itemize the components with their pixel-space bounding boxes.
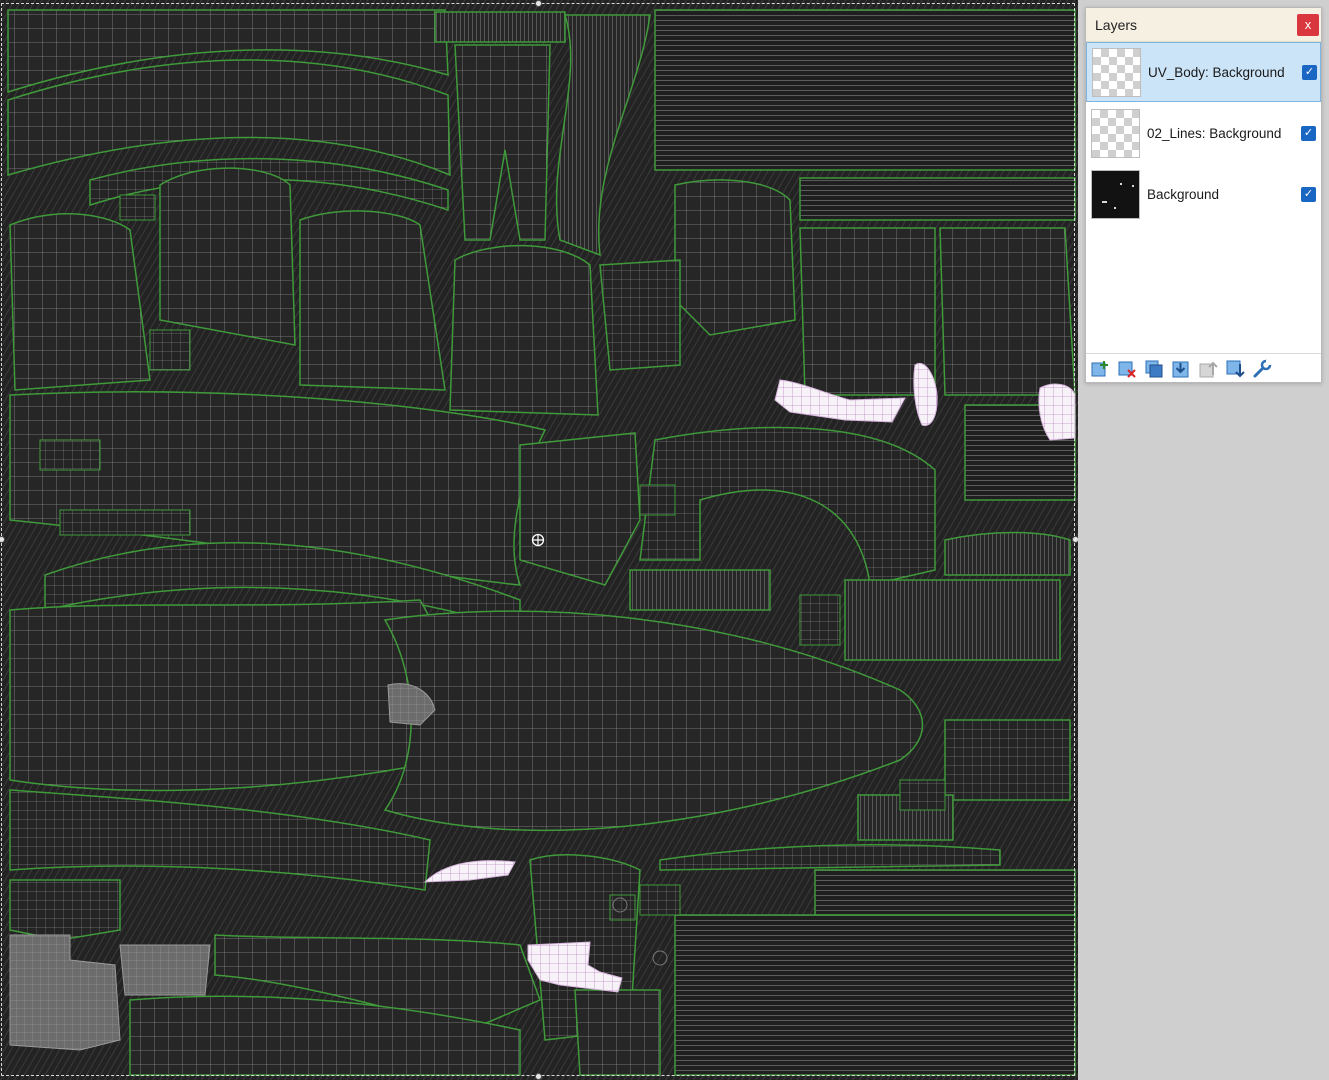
layer-thumbnail <box>1091 109 1140 158</box>
merge-layer-down-icon[interactable] <box>1171 359 1191 379</box>
layer-name: Background <box>1147 187 1220 202</box>
layer-visibility-checkbox[interactable]: ✓ <box>1302 65 1317 80</box>
move-layer-down-icon[interactable] <box>1225 359 1245 379</box>
layer-row-uv-body[interactable]: UV_Body: Background ✓ <box>1086 42 1321 102</box>
selection-handle-right[interactable] <box>1072 536 1078 543</box>
layers-toolbar <box>1086 353 1321 383</box>
layer-name: 02_Lines: Background <box>1147 126 1282 141</box>
image-canvas[interactable] <box>0 0 1078 1080</box>
move-cursor-icon <box>531 533 545 547</box>
layer-visibility-checkbox[interactable]: ✓ <box>1301 187 1316 202</box>
layer-row-02-lines[interactable]: 02_Lines: Background ✓ <box>1086 104 1321 164</box>
layers-panel: Layers x UV_Body: Background ✓ 02_Lines:… <box>1085 7 1322 383</box>
layers-titlebar[interactable]: Layers x <box>1086 8 1321 42</box>
layers-title: Layers <box>1095 17 1138 33</box>
layer-name: UV_Body: Background <box>1148 65 1285 80</box>
selection-handle-top[interactable] <box>535 0 542 7</box>
delete-layer-icon[interactable] <box>1117 359 1137 379</box>
close-button[interactable]: x <box>1297 14 1319 36</box>
layer-thumbnail <box>1091 170 1140 219</box>
duplicate-layer-icon[interactable] <box>1144 359 1164 379</box>
layer-thumbnail <box>1092 48 1141 97</box>
layer-properties-wrench-icon[interactable] <box>1252 359 1272 379</box>
selection-handle-bottom[interactable] <box>535 1073 542 1080</box>
layer-visibility-checkbox[interactable]: ✓ <box>1301 126 1316 141</box>
add-layer-icon[interactable] <box>1090 359 1110 379</box>
layer-row-background[interactable]: Background ✓ <box>1086 165 1321 225</box>
move-layer-up-icon[interactable] <box>1198 359 1218 379</box>
